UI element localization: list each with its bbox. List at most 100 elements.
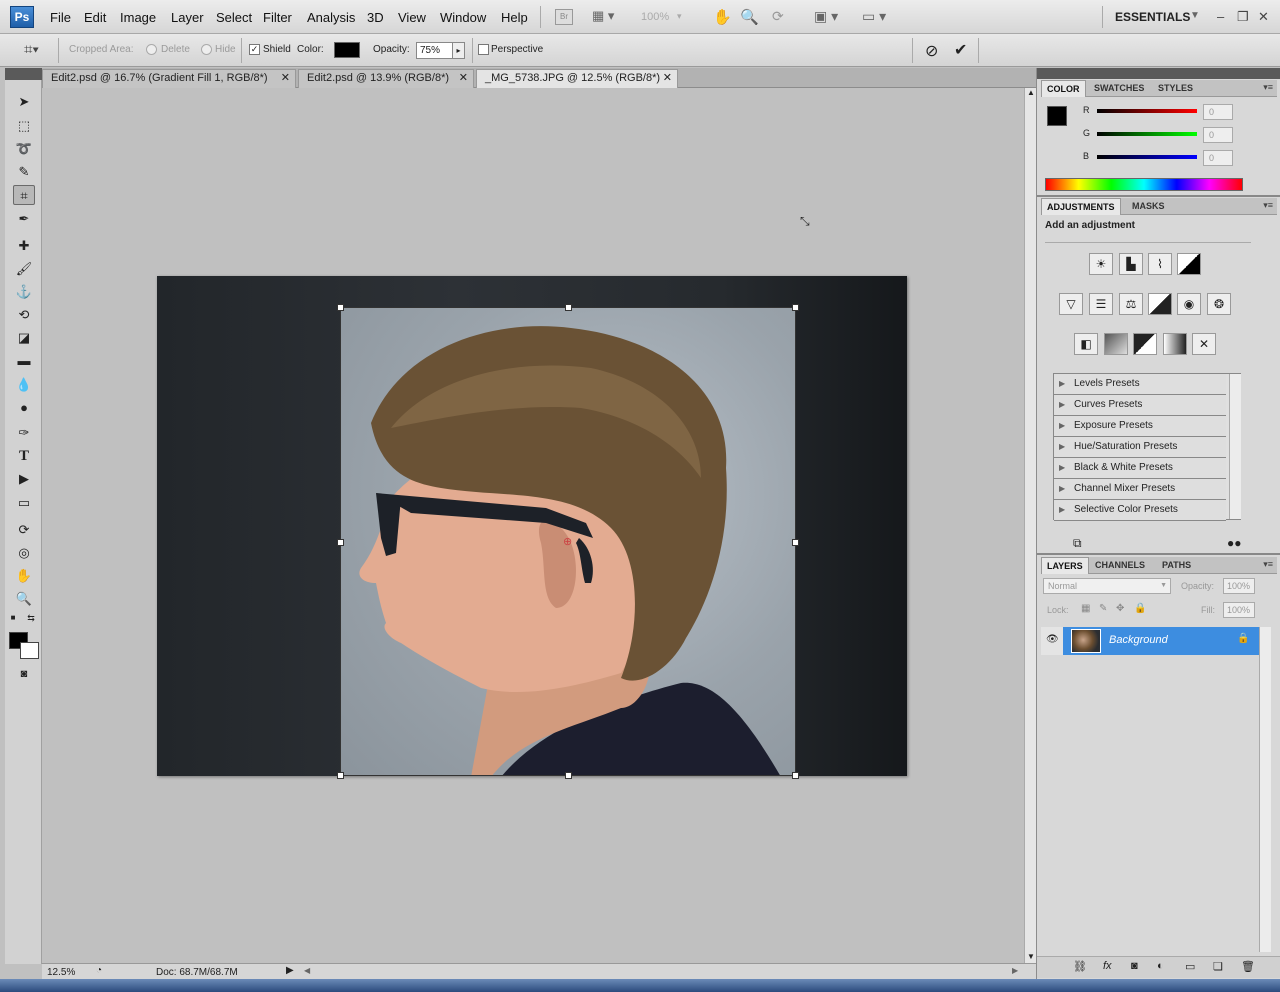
lock-transparent-icon[interactable]: ▦ <box>1081 603 1090 614</box>
blur-tool-icon[interactable]: 💧 <box>13 375 35 395</box>
crop-handle-bottom-left[interactable] <box>337 772 344 779</box>
layer-opacity-input[interactable]: 100% <box>1223 578 1255 594</box>
hide-radio[interactable] <box>201 44 212 55</box>
cancel-crop-icon[interactable]: ⊘ <box>925 41 938 60</box>
new-group-icon[interactable]: ▭ <box>1185 960 1195 973</box>
panel-menu-icon[interactable]: ▾≡ <box>1263 82 1273 93</box>
preset-levels[interactable]: ▶ Levels Presets <box>1054 374 1226 395</box>
gradient-map-icon[interactable] <box>1163 333 1187 355</box>
tools-panel-header[interactable] <box>5 68 42 80</box>
menu-layer[interactable]: Layer <box>171 10 204 25</box>
add-mask-icon[interactable]: ◙ <box>1131 960 1138 972</box>
crop-tool-icon[interactable]: ⌗ <box>13 185 35 205</box>
move-tool-icon[interactable]: ➤ <box>13 92 35 112</box>
pen-tool-icon[interactable]: ✑ <box>13 423 35 443</box>
close-icon[interactable]: ✕ <box>1258 9 1269 25</box>
visibility-eye-icon[interactable]: 👁 <box>1046 634 1059 645</box>
crop-handle-left[interactable] <box>337 539 344 546</box>
photo-filter-icon[interactable]: ◉ <box>1177 293 1201 315</box>
threshold-icon[interactable] <box>1133 333 1157 355</box>
tab-swatches[interactable]: SWATCHES <box>1089 80 1149 97</box>
rotate-view-icon[interactable]: ⟳ <box>772 8 784 26</box>
eraser-tool-icon[interactable]: ◪ <box>13 328 35 348</box>
green-slider[interactable] <box>1097 132 1197 136</box>
selective-color-icon[interactable]: ✕ <box>1192 333 1216 355</box>
tab-edit2-gradient[interactable]: Edit2.psd @ 16.7% (Gradient Fill 1, RGB/… <box>42 69 296 88</box>
new-adjustment-layer-icon[interactable]: ◐ <box>1157 960 1164 972</box>
blue-value[interactable]: 0 <box>1203 150 1233 166</box>
panel-menu-icon[interactable]: ▾≡ <box>1263 559 1273 570</box>
panel-dock-header[interactable] <box>1037 68 1280 79</box>
quick-selection-tool-icon[interactable]: ✎ <box>13 162 35 182</box>
workspace-switcher[interactable]: ESSENTIALS <box>1115 10 1190 24</box>
preset-black-white[interactable]: ▶ Black & White Presets <box>1054 458 1226 479</box>
red-value[interactable]: 0 <box>1203 104 1233 120</box>
channel-mixer-icon[interactable]: ❂ <box>1207 293 1231 315</box>
restore-icon[interactable]: ❐ <box>1237 9 1249 25</box>
swap-colors-icon[interactable]: ⇆ <box>25 612 37 624</box>
red-slider[interactable] <box>1097 109 1197 113</box>
tab-masks[interactable]: MASKS <box>1127 198 1170 215</box>
shape-tool-icon[interactable]: ▭ <box>13 493 35 513</box>
minimize-icon[interactable]: – <box>1217 9 1224 24</box>
delete-radio[interactable] <box>146 44 157 55</box>
vertical-scrollbar[interactable]: ▲ ▼ <box>1024 88 1036 963</box>
preset-selective-color[interactable]: ▶ Selective Color Presets <box>1054 500 1226 521</box>
brightness-contrast-icon[interactable]: ☀ <box>1089 253 1113 275</box>
layer-style-icon[interactable]: fx <box>1103 960 1112 972</box>
3d-rotate-tool-icon[interactable]: ⟳ <box>13 520 35 540</box>
fill-input[interactable]: 100% <box>1223 602 1255 618</box>
tab-paths[interactable]: PATHS <box>1157 557 1196 574</box>
crop-handle-top-left[interactable] <box>337 304 344 311</box>
view-extras-icon[interactable]: ▦ ▾ <box>592 8 614 26</box>
invert-icon[interactable]: ◧ <box>1074 333 1098 355</box>
tab-color[interactable]: COLOR <box>1041 80 1086 97</box>
menu-image[interactable]: Image <box>120 10 156 25</box>
zoom-dropdown-icon[interactable]: ▾ <box>677 11 682 29</box>
status-menu-arrow-icon[interactable]: ▶ <box>286 965 294 976</box>
crop-handle-top-right[interactable] <box>792 304 799 311</box>
history-brush-tool-icon[interactable]: ⟲ <box>13 305 35 325</box>
scroll-up-icon[interactable]: ▲ <box>1027 88 1035 97</box>
quick-mask-icon[interactable]: ◙ <box>13 664 35 684</box>
levels-icon[interactable]: ▙ <box>1119 253 1143 275</box>
tab-adjustments[interactable]: ADJUSTMENTS <box>1041 198 1121 215</box>
scroll-right-icon[interactable]: ▶ <box>1012 966 1018 975</box>
marquee-tool-icon[interactable]: ⬚ <box>13 116 35 136</box>
menu-select[interactable]: Select <box>216 10 252 25</box>
screen-mode-icon[interactable]: ▭ ▾ <box>862 8 886 26</box>
curves-icon[interactable]: ⌇ <box>1148 253 1172 275</box>
eyedropper-tool-icon[interactable]: ✒ <box>13 209 35 229</box>
tab-edit2[interactable]: Edit2.psd @ 13.9% (RGB/8*) ✕ <box>298 69 474 88</box>
zoom-tool-icon[interactable]: 🔍 <box>13 589 35 609</box>
link-layers-icon[interactable]: ⛓ <box>1073 960 1087 973</box>
tab-channels[interactable]: CHANNELS <box>1090 557 1150 574</box>
clip-to-layer-icon[interactable]: ●● <box>1227 536 1242 550</box>
path-selection-tool-icon[interactable]: ▶ <box>13 469 35 489</box>
preset-curves[interactable]: ▶ Curves Presets <box>1054 395 1226 416</box>
blue-slider[interactable] <box>1097 155 1197 159</box>
scroll-down-icon[interactable]: ▼ <box>1027 952 1035 961</box>
zoom-tool-icon[interactable]: 🔍 <box>740 8 759 26</box>
workspace-dropdown-icon[interactable]: ▼ <box>1190 10 1200 28</box>
clone-stamp-tool-icon[interactable]: ⚓ <box>13 282 35 302</box>
preset-channel-mixer[interactable]: ▶ Channel Mixer Presets <box>1054 479 1226 500</box>
commit-crop-icon[interactable]: ✔ <box>954 40 967 59</box>
color-balance-icon[interactable]: ⚖ <box>1119 293 1143 315</box>
blend-mode-select[interactable]: Normal ▼ <box>1043 578 1171 594</box>
preset-exposure[interactable]: ▶ Exposure Presets <box>1054 416 1226 437</box>
menu-file[interactable]: File <box>50 10 71 25</box>
gradient-tool-icon[interactable]: ▬ <box>13 351 35 371</box>
dodge-tool-icon[interactable]: ● <box>13 398 35 418</box>
arrange-documents-icon[interactable]: ▣ ▾ <box>814 8 838 26</box>
presets-scrollbar[interactable] <box>1229 374 1241 519</box>
green-value[interactable]: 0 <box>1203 127 1233 143</box>
opacity-input[interactable]: 75% <box>416 42 454 59</box>
3d-orbit-tool-icon[interactable]: ◎ <box>13 543 35 563</box>
color-ramp[interactable] <box>1045 178 1243 191</box>
crop-center-icon[interactable]: ⊕ <box>563 535 572 548</box>
crop-handle-bottom-right[interactable] <box>792 772 799 779</box>
color-fg-swatch[interactable] <box>1047 106 1067 126</box>
default-colors-icon[interactable]: ■ <box>7 612 19 624</box>
zoom-level-select[interactable]: 100% <box>641 11 669 29</box>
